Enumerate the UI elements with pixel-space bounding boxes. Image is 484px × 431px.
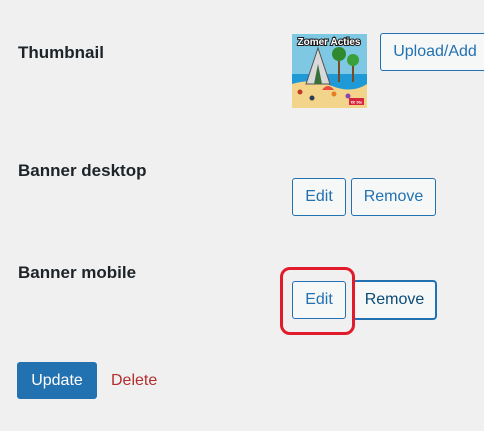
banner-desktop-edit-button[interactable]: Edit bbox=[292, 178, 346, 216]
thumbnail-image-text: Zomer Acties bbox=[298, 37, 361, 48]
thumbnail-label: Thumbnail bbox=[18, 43, 104, 62]
thumbnail-image[interactable]: Zomer Acties €€ 9te bbox=[292, 34, 367, 108]
thumbnail-image-badge: €€ 9te bbox=[351, 100, 363, 105]
form-panel: Thumbnail Zomer Acties €€ 9te Upload/Add… bbox=[0, 0, 484, 431]
banner-desktop-label: Banner desktop bbox=[18, 161, 147, 180]
upload-add-button[interactable]: Upload/Add bbox=[380, 33, 484, 71]
banner-mobile-label: Banner mobile bbox=[18, 263, 137, 282]
banner-desktop-remove-button[interactable]: Remove bbox=[351, 178, 436, 216]
banner-mobile-edit-button[interactable]: Edit bbox=[292, 281, 346, 319]
delete-link[interactable]: Delete bbox=[111, 372, 157, 390]
banner-mobile-remove-button[interactable]: Remove bbox=[353, 281, 436, 319]
update-button[interactable]: Update bbox=[17, 362, 97, 399]
